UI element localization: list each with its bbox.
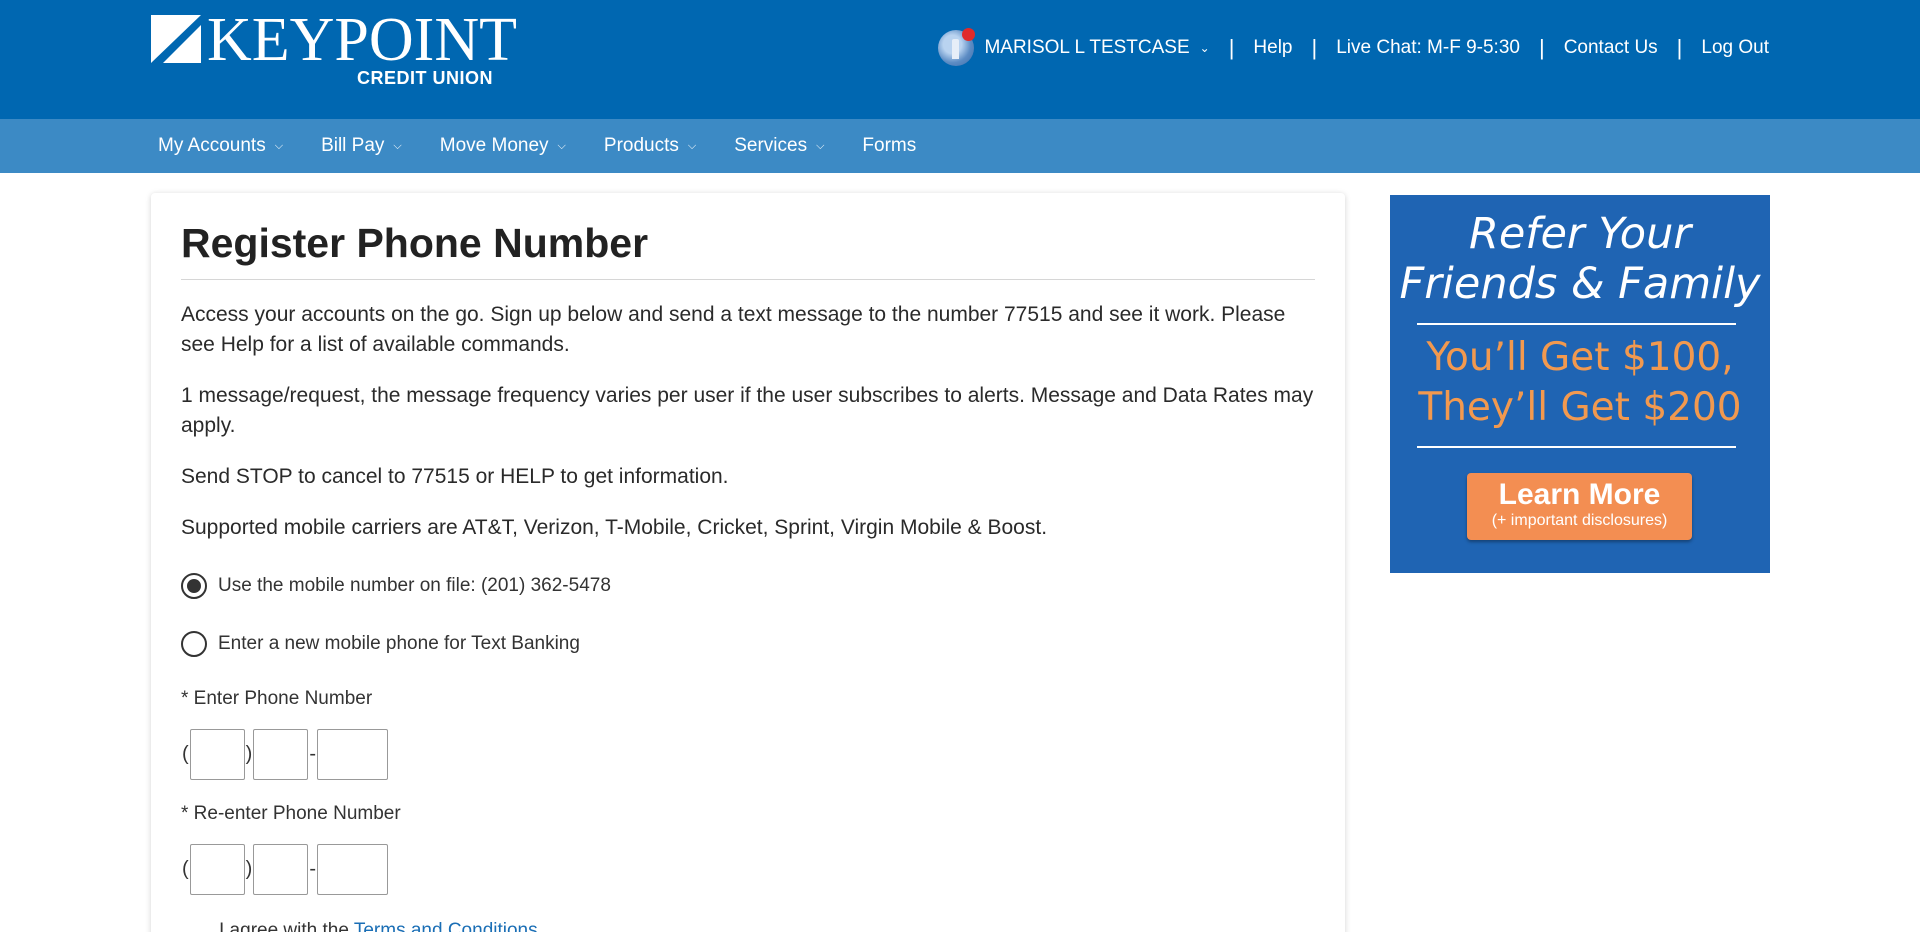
contact-us-link[interactable]: Contact Us — [1564, 37, 1658, 59]
reenter-area-code-input[interactable] — [189, 844, 245, 895]
stop-help-paragraph: Send STOP to cancel to 77515 or HELP to … — [181, 465, 729, 488]
promo-headline: Refer Your Friends & Family — [1390, 209, 1770, 309]
learn-more-button[interactable]: Learn More (+ important disclosures) — [1467, 473, 1692, 540]
separator: | — [1228, 35, 1235, 60]
reenter-phone-number-label: * Re-enter Phone Number — [181, 803, 401, 824]
top-header: KEYPOINT CREDIT UNION MARISOL L TESTCASE… — [0, 0, 1920, 119]
separator: | — [1311, 35, 1318, 60]
carriers-paragraph: Supported mobile carriers are AT&T, Veri… — [181, 516, 1048, 539]
nav-item-label: Bill Pay — [321, 135, 385, 156]
phone-number-fields: ( ) - — [181, 729, 389, 780]
chevron-down-icon: ⌄ — [1199, 41, 1210, 55]
promo-offer-line-2: They’ll Get $200 — [1418, 385, 1742, 430]
user-menu[interactable]: MARISOL L TESTCASE ⌄ — [984, 37, 1209, 59]
nav-item-my-accounts[interactable]: My Accounts ⌵ — [158, 135, 283, 157]
radio-button[interactable] — [181, 631, 207, 657]
title-divider — [181, 279, 1315, 280]
nav-item-label: Services — [734, 135, 808, 156]
chevron-down-icon: ⌵ — [816, 139, 825, 152]
logo-mark-icon — [151, 15, 201, 63]
dash: - — [309, 858, 317, 880]
promo-headline-line-2: Friends & Family — [1399, 259, 1761, 309]
promo-divider — [1417, 323, 1736, 325]
chevron-down-icon: ⌵ — [687, 139, 697, 152]
notification-dot-icon — [962, 28, 976, 41]
intro-paragraph: Access your accounts on the go. Sign up … — [181, 303, 1286, 356]
paren-open: ( — [182, 743, 189, 765]
main-navigation: My Accounts ⌵ Bill Pay ⌵ Move Money ⌵ Produ… — [0, 119, 1920, 173]
enter-new-number-option[interactable]: Enter a new mobile phone for Text Bankin… — [181, 631, 580, 657]
register-phone-card: Register Phone Number Access your accoun… — [151, 193, 1345, 932]
user-navigation: MARISOL L TESTCASE ⌄ | Help | Live Chat:… — [938, 28, 1769, 68]
promo-divider — [1417, 446, 1736, 448]
area-code-input[interactable] — [189, 729, 245, 780]
chevron-down-icon: ⌵ — [274, 139, 284, 152]
nav-item-label: Move Money — [439, 135, 549, 156]
radio-label: Use the mobile number on file: (201) 362… — [218, 575, 611, 596]
terms-and-conditions-link[interactable]: Terms and Conditions — [354, 920, 538, 932]
learn-more-label: Learn More — [1498, 478, 1661, 511]
promo-offer-line-1: You’ll Get $100, — [1426, 335, 1734, 380]
nav-item-products[interactable]: Products ⌵ — [604, 135, 696, 157]
nav-item-label: Products — [603, 135, 679, 156]
chevron-down-icon: ⌵ — [393, 139, 402, 152]
promo-headline-line-1: Refer Your — [1468, 209, 1692, 259]
phone-number-label: * Enter Phone Number — [181, 688, 373, 709]
nav-item-services[interactable]: Services ⌵ — [734, 135, 824, 157]
nav-item-move-money[interactable]: Move Money ⌵ — [440, 135, 566, 157]
agree-text: I agree with the — [219, 920, 354, 932]
paren-close: ) — [245, 858, 253, 880]
live-chat-link[interactable]: Live Chat: M-F 9-5:30 — [1336, 37, 1520, 59]
help-link[interactable]: Help — [1253, 37, 1292, 59]
log-out-link[interactable]: Log Out — [1701, 37, 1769, 59]
logo-subtext: CREDIT UNION — [357, 68, 493, 88]
rates-paragraph: 1 message/request, the message frequency… — [181, 384, 1314, 437]
nav-item-bill-pay[interactable]: Bill Pay ⌵ — [321, 135, 402, 157]
separator: | — [1676, 35, 1683, 60]
use-number-on-file-option[interactable]: Use the mobile number on file: (201) 362… — [181, 573, 611, 599]
radio-button-checked[interactable] — [181, 573, 207, 599]
chevron-down-icon: ⌵ — [557, 139, 566, 152]
prefix-input[interactable] — [253, 729, 309, 780]
nav-item-forms[interactable]: Forms — [862, 135, 916, 157]
page-title: Register Phone Number — [181, 220, 649, 266]
terms-agreement: I agree with the Terms and Conditions — [219, 920, 538, 932]
keypoint-logo[interactable]: KEYPOINT CREDIT UNION — [151, 9, 521, 88]
reenter-phone-number-fields: ( ) - — [181, 844, 389, 895]
nav-item-label: My Accounts — [158, 135, 266, 156]
line-number-input[interactable] — [317, 729, 389, 780]
promo-offer: You’ll Get $100, They’ll Get $200 — [1390, 333, 1770, 433]
paren-open: ( — [182, 858, 189, 880]
disclosures-label: (+ important disclosures) — [1491, 512, 1668, 529]
reenter-prefix-input[interactable] — [253, 844, 309, 895]
user-name: MARISOL L TESTCASE — [984, 37, 1190, 58]
nav-item-label: Forms — [862, 135, 917, 156]
radio-label: Enter a new mobile phone for Text Bankin… — [218, 633, 580, 654]
reenter-line-number-input[interactable] — [317, 844, 389, 895]
separator: | — [1538, 35, 1545, 60]
dash: - — [309, 743, 317, 765]
avatar-image — [952, 39, 960, 59]
refer-friends-promo[interactable]: Refer Your Friends & Family You’ll Get $… — [1390, 195, 1770, 573]
paren-close: ) — [245, 743, 253, 765]
logo-text: KEYPOINT — [207, 6, 517, 74]
avatar[interactable] — [938, 28, 976, 66]
